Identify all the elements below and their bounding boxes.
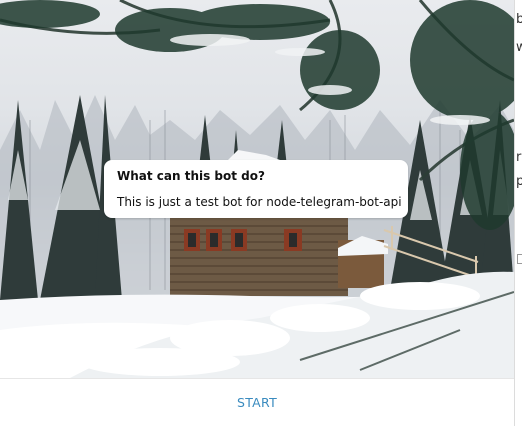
bot-info-bubble: What can this bot do? This is just a tes… [104,160,408,218]
bottom-bar: START [0,378,514,426]
edge-text-fragment: p [516,175,522,189]
chat-background: What can this bot do? This is just a tes… [0,0,514,378]
start-button[interactable]: START [0,379,514,426]
edge-checkbox[interactable] [517,254,522,264]
bot-info-title: What can this bot do? [117,169,265,183]
bot-info-description: This is just a test bot for node-telegra… [117,195,402,209]
edge-text-fragment: r [516,150,522,165]
adjacent-panel-edge: b w r p [514,0,522,426]
edge-text-fragment: b [516,13,522,27]
edge-text-fragment: w [516,41,522,55]
